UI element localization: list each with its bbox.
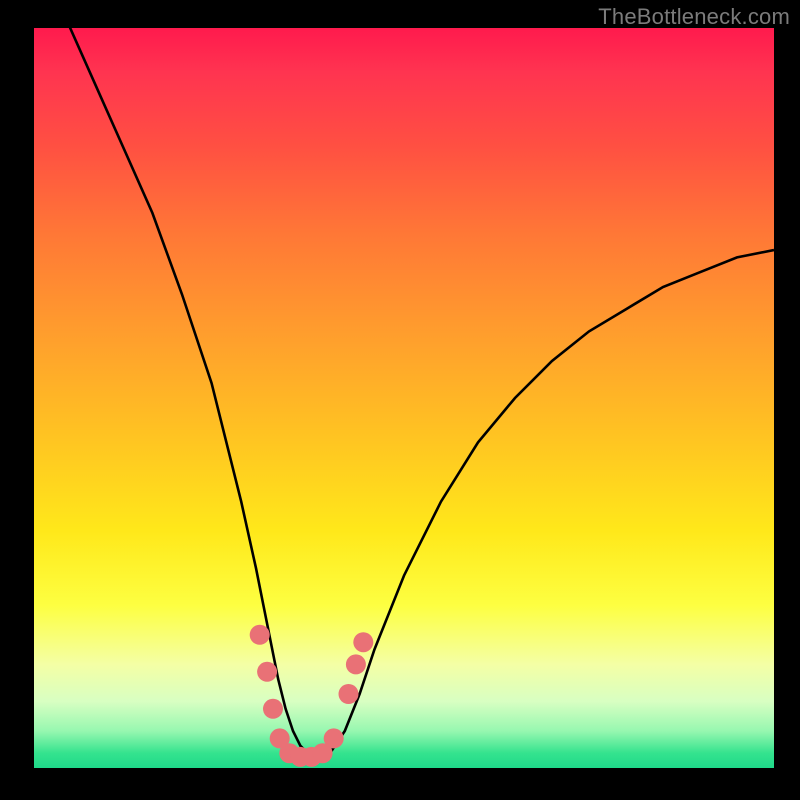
watermark-text: TheBottleneck.com: [598, 4, 790, 30]
data-marker: [257, 662, 277, 682]
data-marker: [263, 699, 283, 719]
data-marker: [324, 728, 344, 748]
chart-frame: TheBottleneck.com: [0, 0, 800, 800]
marker-group: [250, 625, 374, 767]
data-marker: [353, 632, 373, 652]
data-marker: [346, 654, 366, 674]
curve-layer: [34, 28, 774, 768]
data-marker: [250, 625, 270, 645]
bottleneck-curve: [34, 28, 774, 761]
data-marker: [339, 684, 359, 704]
plot-area: [34, 28, 774, 768]
